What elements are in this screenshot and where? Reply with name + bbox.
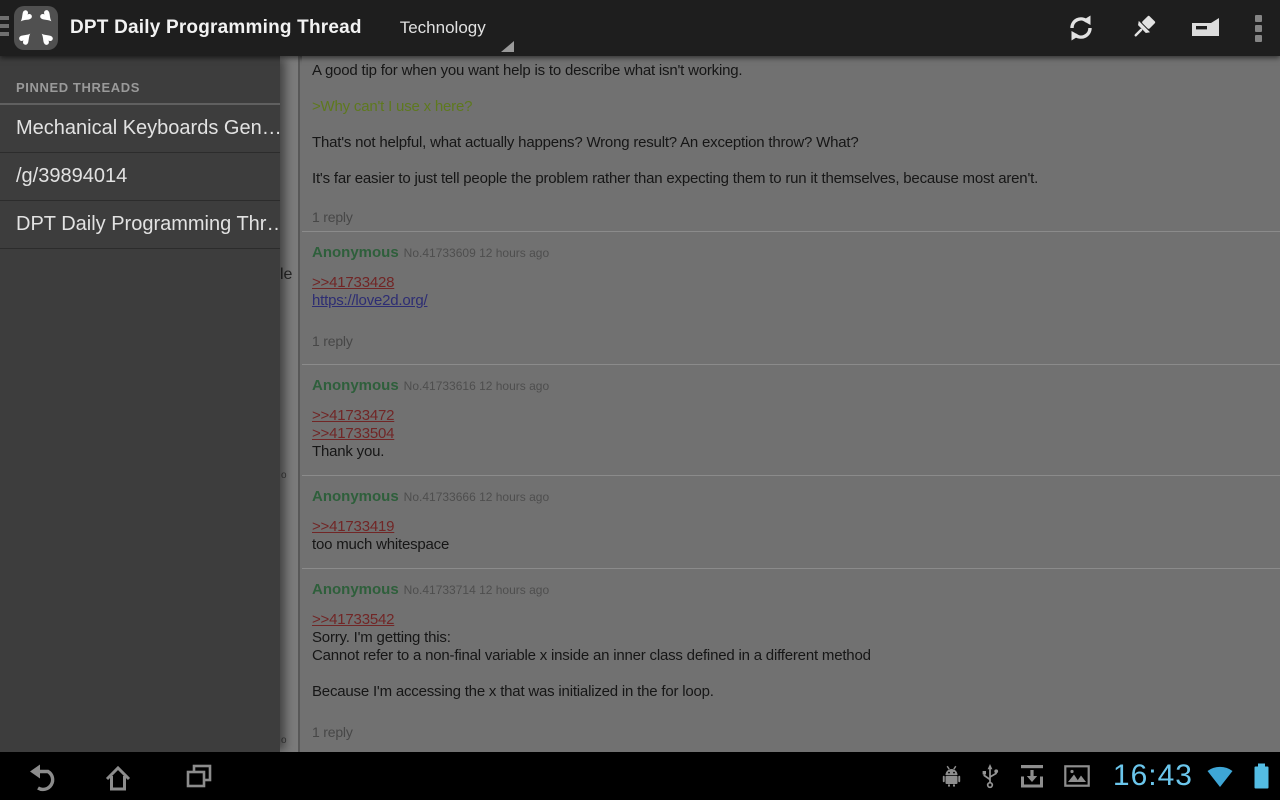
screenshot-image-icon [1064, 765, 1090, 787]
reply-icon [1188, 12, 1222, 44]
quotelink[interactable]: >>41733542 [312, 611, 394, 629]
comment-line: That's not helpful, what actually happen… [312, 134, 1270, 152]
post: Anonymous No.41733616 12 hours ago >>41733… [302, 365, 1280, 476]
recents-icon [183, 760, 215, 792]
poster-name: Anonymous [312, 488, 399, 505]
drawer-item[interactable]: /g/39894014 [0, 153, 280, 201]
hamburger-icon[interactable] [0, 16, 9, 36]
back-button[interactable] [26, 760, 58, 792]
post-number-and-time: No.41733666 12 hours ago [404, 490, 549, 504]
replies-count[interactable]: 1 reply [312, 723, 1270, 741]
quotelink[interactable]: >>41733419 [312, 518, 394, 536]
back-icon [26, 760, 58, 792]
post-number-and-time: No.41733616 12 hours ago [404, 379, 549, 393]
overflow-menu-button[interactable] [1236, 0, 1280, 56]
overflow-menu-icon [1255, 15, 1262, 42]
replies-count[interactable]: 1 reply [312, 208, 1270, 226]
post: Anonymous No.41733666 12 hours ago >>41733… [302, 476, 1280, 569]
drawer-item[interactable]: Mechanical Keyboards Gen… [0, 105, 280, 153]
screen: le,oo A good tip for when you want help … [0, 0, 1280, 800]
quotelink[interactable]: >>41733504 [312, 425, 394, 443]
refresh-icon [1065, 12, 1097, 44]
drawer-item[interactable]: DPT Daily Programming Thr… [0, 201, 280, 249]
truncated-list-text-fragment: o [281, 470, 287, 481]
reply-button[interactable] [1174, 0, 1236, 56]
wifi-icon [1206, 765, 1234, 788]
board-spinner[interactable]: Technology [400, 18, 486, 38]
home-icon [102, 760, 134, 792]
usb-icon [980, 763, 1000, 789]
install-download-icon [1019, 763, 1045, 789]
post-header: Anonymous No.41733616 12 hours ago [312, 377, 1270, 395]
comment-line: Thank you. [312, 443, 1270, 461]
quotelink[interactable]: >>41733428 [312, 274, 394, 292]
post: Anonymous No.41733609 12 hours ago >>41733… [302, 232, 1280, 365]
drawer-header-label: PINNED THREADS [16, 80, 140, 95]
thread-posts-pane: A good tip for when you want help is to … [302, 56, 1280, 752]
pin-button[interactable] [1112, 0, 1174, 56]
truncated-list-text-fragment: o [281, 735, 287, 746]
spinner-caret-icon [501, 41, 514, 52]
post: Anonymous No.41733714 12 hours ago >>41733… [302, 569, 1280, 752]
page-title: DPT Daily Programming Thread [70, 17, 362, 39]
post-header: Anonymous No.41733609 12 hours ago [312, 244, 1270, 262]
truncated-list-text-fragment: le [280, 266, 292, 284]
drawer-header: PINNED THREADS [0, 56, 280, 105]
post-header: Anonymous No.41733666 12 hours ago [312, 488, 1270, 506]
post-header: Anonymous No.41733714 12 hours ago [312, 581, 1270, 599]
action-buttons [1050, 0, 1280, 56]
poster-name: Anonymous [312, 581, 399, 598]
action-bar: ♥ ♥ ♥ ♥ DPT Daily Programming Thread Tec… [0, 0, 1280, 56]
post-number-and-time: No.41733714 12 hours ago [404, 583, 549, 597]
android-debug-icon [942, 765, 961, 787]
post-number-and-time: No.41733609 12 hours ago [404, 246, 549, 260]
blank-line [312, 665, 1270, 683]
clover-petal: ♥ [32, 24, 62, 54]
comment-line: Sorry. I'm getting this: [312, 629, 1270, 647]
url-link[interactable]: https://love2d.org/ [312, 292, 427, 310]
recents-button[interactable] [183, 760, 215, 792]
clock: 16:43 [1113, 752, 1193, 800]
comment-line: Because I'm accessing the x that was ini… [312, 683, 1270, 701]
replies-count[interactable]: 1 reply [312, 332, 1270, 350]
pinned-threads-drawer: PINNED THREADS Mechanical Keyboards Gen…… [0, 56, 280, 752]
comment-line: Cannot refer to a non-final variable x i… [312, 647, 1270, 665]
blank-line [312, 152, 1270, 170]
post: A good tip for when you want help is to … [302, 56, 1280, 232]
comment-line: too much whitespace [312, 536, 1270, 554]
greentext-line: >Why can't I use x here? [312, 98, 1270, 116]
fourchan-clover-icon[interactable]: ♥ ♥ ♥ ♥ [14, 6, 58, 50]
comment-line: It's far easier to just tell people the … [312, 170, 1270, 188]
home-button[interactable] [102, 760, 134, 792]
status-icons: 16:43 [942, 752, 1270, 800]
pin-icon [1127, 12, 1159, 44]
system-nav-bar: 16:43 [0, 752, 1280, 800]
poster-name: Anonymous [312, 377, 399, 394]
battery-icon [1253, 763, 1270, 789]
comment-line: A good tip for when you want help is to … [312, 62, 1270, 80]
blank-line [312, 116, 1270, 134]
quotelink[interactable]: >>41733472 [312, 407, 394, 425]
poster-name: Anonymous [312, 244, 399, 261]
blank-line [312, 80, 1270, 98]
refresh-button[interactable] [1050, 0, 1112, 56]
